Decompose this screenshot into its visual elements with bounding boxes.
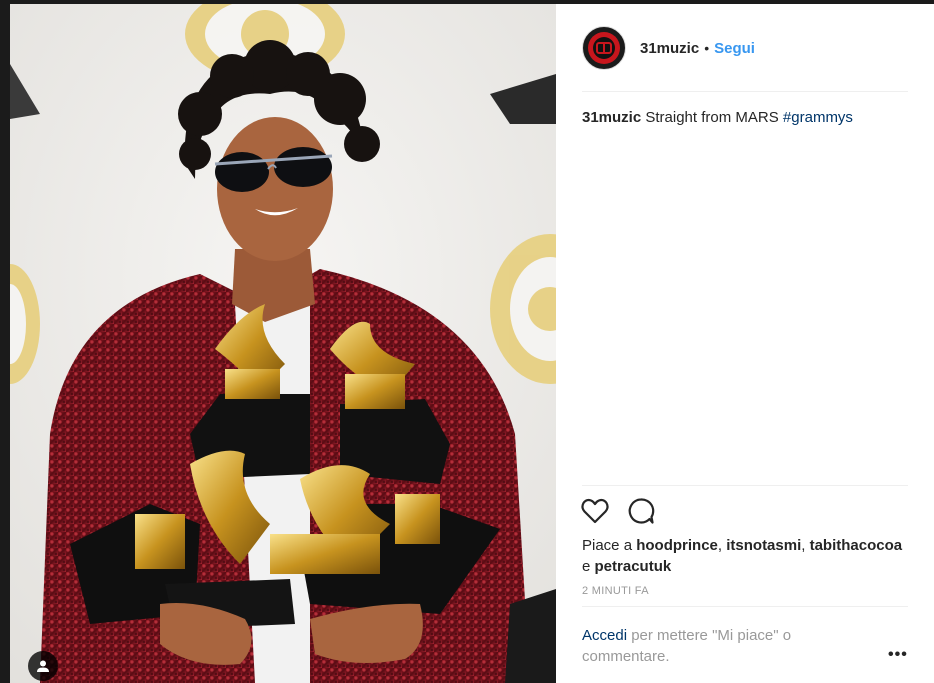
window-left-edge: [0, 0, 10, 683]
post-header: 31muzic • Segui: [582, 24, 755, 72]
likes-separator: ,: [801, 537, 806, 554]
comment-bubble-icon: [628, 498, 655, 524]
post-caption: 31muzic Straight from MARS #grammys: [582, 108, 908, 128]
channel-logo: [588, 32, 620, 64]
likes-summary: Piace a hoodprince, itsnotasmi, tabithac…: [582, 535, 908, 577]
follow-button[interactable]: Segui: [714, 40, 755, 57]
post-photo[interactable]: [10, 4, 556, 683]
post-actions: [580, 496, 656, 526]
actions-divider: [582, 485, 908, 486]
header-divider: [582, 91, 908, 92]
likes-conjunction: e: [582, 558, 591, 575]
photo-illustration: [10, 4, 556, 683]
likes-separator: ,: [717, 537, 723, 554]
user-tag-icon: [37, 660, 49, 672]
user-tag-button[interactable]: [28, 651, 58, 681]
header-username[interactable]: 31muzic: [640, 40, 699, 57]
header-separator-dot: •: [704, 40, 710, 56]
like-user-link[interactable]: petracutuk: [595, 558, 672, 575]
like-button[interactable]: [580, 496, 610, 526]
like-user-link[interactable]: itsnotasmi: [726, 537, 801, 554]
comment-button[interactable]: [626, 496, 656, 526]
heart-icon: [581, 498, 609, 524]
likes-prefix: Piace a: [582, 537, 633, 554]
caption-username[interactable]: 31muzic: [582, 109, 641, 126]
avatar[interactable]: [582, 26, 626, 70]
login-prompt: Accedi per mettere "Mi piace" o commenta…: [582, 625, 832, 667]
like-user-link[interactable]: hoodprince: [636, 537, 718, 554]
post-timestamp[interactable]: 2 MINUTI FA: [582, 585, 649, 597]
post-side-panel: 31muzic • Segui 31muzic Straight from MA…: [556, 4, 934, 683]
caption-hashtag[interactable]: #grammys: [783, 109, 853, 126]
like-user-link[interactable]: tabithacocoa: [810, 537, 903, 554]
more-options-button[interactable]: •••: [888, 646, 908, 664]
login-link[interactable]: Accedi: [582, 627, 627, 644]
comment-divider: [582, 606, 908, 607]
caption-text: Straight from MARS: [645, 109, 779, 126]
